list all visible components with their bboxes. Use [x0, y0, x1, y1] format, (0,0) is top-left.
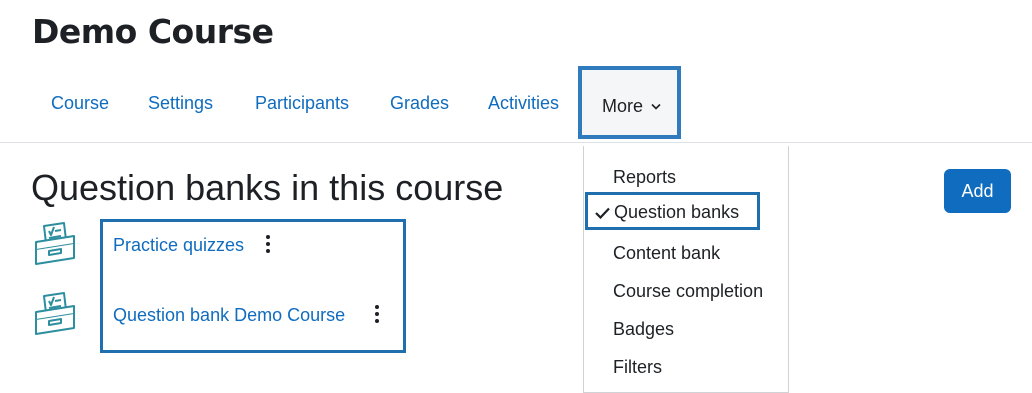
menu-item-label: Question banks [614, 202, 740, 222]
menu-item-filters[interactable]: Filters [613, 357, 662, 378]
menu-item-badges[interactable]: Badges [613, 319, 674, 340]
question-bank-icon [35, 292, 75, 335]
kebab-menu-icon[interactable] [371, 304, 383, 324]
nav-more-button[interactable]: More [578, 66, 681, 139]
nav-settings[interactable]: Settings [148, 93, 213, 114]
checkmark-icon [595, 207, 610, 219]
nav-more-label: More [602, 96, 644, 116]
nav-course[interactable]: Course [51, 93, 109, 114]
chevron-down-icon [651, 103, 661, 110]
nav-activities[interactable]: Activities [488, 93, 559, 114]
kebab-menu-icon[interactable] [262, 234, 274, 254]
menu-item-course-completion[interactable]: Course completion [613, 281, 763, 302]
nav-grades[interactable]: Grades [390, 93, 449, 114]
add-button[interactable]: Add [944, 169, 1011, 213]
nav-participants[interactable]: Participants [255, 93, 349, 114]
menu-item-question-banks[interactable]: Question banks [585, 192, 760, 230]
question-bank-link[interactable]: Question bank Demo Course [113, 305, 345, 326]
question-bank-link[interactable]: Practice quizzes [113, 235, 244, 256]
menu-item-reports[interactable]: Reports [613, 167, 676, 188]
course-title: Demo Course [32, 12, 274, 51]
menu-item-content-bank[interactable]: Content bank [613, 243, 720, 264]
secondary-navigation: Course Settings Participants Grades Acti… [0, 64, 1032, 143]
question-bank-icon [35, 222, 75, 265]
more-dropdown-menu: Reports Question banks Content bank Cour… [583, 146, 789, 393]
page-heading: Question banks in this course [31, 167, 504, 208]
